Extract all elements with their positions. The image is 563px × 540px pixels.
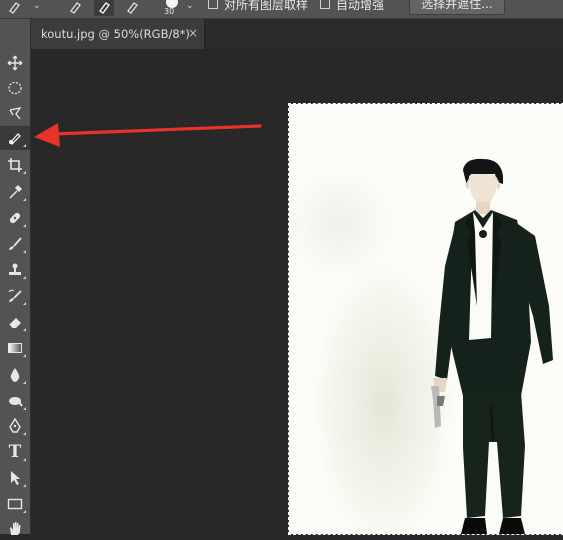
clone-stamp-tool[interactable] <box>0 258 30 282</box>
eyedropper-tool[interactable] <box>0 180 30 204</box>
red-arrow-icon <box>34 123 262 147</box>
dodge-icon <box>9 397 23 407</box>
rectangle-tool[interactable] <box>0 492 30 516</box>
chevron-down-icon[interactable]: ⌄ <box>33 1 41 11</box>
select-and-mask-button[interactable]: 选择并遮住... <box>409 0 505 15</box>
sample-all-layers-label: 对所有图层取样 <box>224 0 309 12</box>
pen-tool[interactable] <box>0 414 30 438</box>
drop-icon <box>10 368 20 382</box>
close-icon[interactable]: × <box>188 26 198 40</box>
elliptical-marquee-tool[interactable] <box>0 76 30 100</box>
document-tab[interactable]: koutu.jpg @ 50%(RGB/8*) × <box>31 19 205 49</box>
sample-all-layers-checkbox[interactable] <box>208 0 218 9</box>
crop-tool[interactable] <box>0 153 30 177</box>
move-icon <box>7 55 23 71</box>
eyedropper-icon <box>9 184 23 199</box>
path-selection-tool[interactable] <box>0 466 30 490</box>
auto-enhance-checkbox[interactable] <box>320 0 330 9</box>
history-brush-icon <box>8 289 22 302</box>
options-bar: ⌄ 30 ⌄ 对所有图层取样 自动增强 选择并遮住... <box>0 0 563 19</box>
bandage-icon <box>9 212 21 224</box>
type-tool[interactable]: T <box>0 440 30 464</box>
arrow-cursor-icon <box>11 471 20 485</box>
brush-tool[interactable] <box>0 232 30 256</box>
history-brush-tool[interactable] <box>0 284 30 308</box>
brush-icon <box>9 237 22 250</box>
lasso-icon <box>9 107 22 120</box>
eraser-tool[interactable] <box>0 310 30 334</box>
move-tool[interactable] <box>0 51 30 75</box>
document-canvas[interactable] <box>289 104 563 534</box>
quick-selection-icon <box>9 133 21 145</box>
brush-size-value: 30 <box>164 7 175 16</box>
healing-brush-tool[interactable] <box>0 206 30 230</box>
blur-tool[interactable] <box>0 363 30 387</box>
subtract-from-selection-icon[interactable] <box>122 0 142 16</box>
new-selection-icon[interactable] <box>65 0 85 16</box>
lasso-tool[interactable] <box>0 101 30 125</box>
ellipse-icon <box>8 81 22 95</box>
stamp-icon <box>9 263 21 275</box>
document-tab-title: koutu.jpg @ 50%(RGB/8*) <box>41 27 190 41</box>
chevron-down-icon[interactable]: ⌄ <box>186 1 194 11</box>
add-to-selection-icon[interactable] <box>94 0 114 16</box>
gradient-tool[interactable] <box>0 336 30 360</box>
hand-tool[interactable] <box>0 516 30 540</box>
dodge-tool[interactable] <box>0 389 30 413</box>
rectangle-icon <box>7 498 23 510</box>
pen-icon <box>9 418 21 433</box>
quick-selection-tool[interactable] <box>0 126 30 150</box>
tools-panel: T <box>0 19 31 535</box>
crop-icon <box>8 158 22 172</box>
type-icon: T <box>8 442 22 462</box>
eraser-icon <box>8 318 21 329</box>
auto-enhance-label: 自动增强 <box>336 0 385 12</box>
document-tab-bar: koutu.jpg @ 50%(RGB/8*) × <box>31 19 563 49</box>
tool-preset-icon[interactable] <box>4 0 24 16</box>
photo-man-in-suit <box>431 158 553 534</box>
gradient-icon <box>8 343 22 353</box>
